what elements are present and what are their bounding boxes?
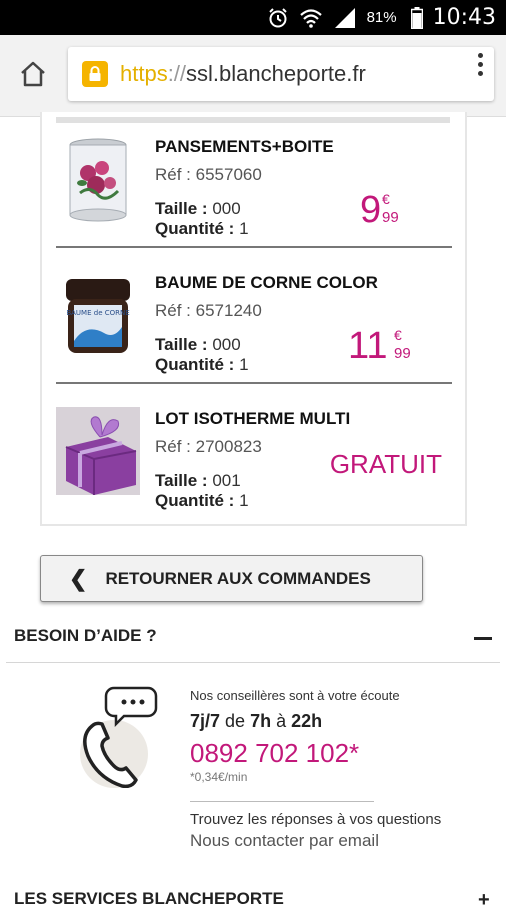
chevron-left-icon: ❮ xyxy=(69,565,88,591)
price-currency: € xyxy=(394,327,402,343)
product-image-jar: BAUME de CORNE xyxy=(66,279,130,353)
address-bar[interactable]: https://ssl.blancheporte.fr xyxy=(68,47,494,101)
product-price: 11 € 99 xyxy=(348,327,428,367)
order-item: LOT ISOTHERME MULTI Réf : 2700823 Taille… xyxy=(56,395,452,525)
help-separator xyxy=(190,801,374,802)
order-item: BAUME de CORNE BAUME DE CORNE COLOR Réf … xyxy=(56,259,452,389)
product-image-gift xyxy=(56,407,140,495)
help-call-cost: *0,34€/min xyxy=(190,770,248,784)
help-faq-link[interactable]: Trouvez les réponses à vos questions xyxy=(190,811,441,828)
price-integer: 9 xyxy=(360,189,382,231)
product-name: LOT ISOTHERME MULTI xyxy=(155,409,351,428)
help-intro-text: Nos conseillères sont à votre écoute xyxy=(190,688,400,703)
help-section-title[interactable]: BESOIN D’AIDE ? xyxy=(14,626,157,646)
price-currency: € xyxy=(382,191,390,207)
back-to-orders-label: RETOURNER AUX COMMANDES xyxy=(105,568,371,588)
help-divider xyxy=(6,662,500,663)
product-ref: Réf : 2700823 xyxy=(155,437,262,456)
product-price: 9 € 99 xyxy=(360,191,416,231)
signal-icon xyxy=(334,7,355,28)
product-name: BAUME DE CORNE COLOR xyxy=(155,273,378,292)
product-quantity: Quantité : 1 xyxy=(155,491,249,510)
product-size: Taille : 000 xyxy=(155,199,241,218)
services-section-title[interactable]: LES SERVICES BLANCHEPORTE xyxy=(14,889,284,909)
free-badge: GRATUIT xyxy=(329,449,442,479)
price-decimals: 99 xyxy=(394,345,411,362)
help-phone-number[interactable]: 0892 702 102* xyxy=(190,738,359,769)
alarm-icon xyxy=(268,7,287,27)
back-to-orders-button[interactable]: ❮ RETOURNER AUX COMMANDES xyxy=(40,555,423,602)
phone-chat-icon xyxy=(80,686,158,788)
status-bar: 81% 10:43 xyxy=(0,0,506,35)
product-quantity: Quantité : 1 xyxy=(155,355,249,374)
overflow-menu-icon[interactable] xyxy=(478,53,484,76)
collapse-icon[interactable] xyxy=(474,637,492,640)
item-divider xyxy=(56,246,452,248)
price-decimals: 99 xyxy=(382,209,399,226)
price-integer: 11 xyxy=(348,325,388,367)
battery-icon xyxy=(410,6,423,29)
product-image-tin xyxy=(69,138,127,222)
order-item: PANSEMENTS+BOITE Réf : 6557060 Taille : … xyxy=(56,123,452,253)
product-size: Taille : 001 xyxy=(155,471,241,490)
battery-percent: 81% xyxy=(366,9,397,26)
product-ref: Réf : 6557060 xyxy=(155,165,262,184)
status-icons: 81% xyxy=(267,6,423,29)
item-divider xyxy=(56,382,452,384)
clock: 10:43 xyxy=(432,5,496,30)
browser-toolbar: https://ssl.blancheporte.fr xyxy=(0,35,506,117)
url-text: https://ssl.blancheporte.fr xyxy=(120,61,366,86)
wifi-icon xyxy=(299,8,322,28)
contact-email-link[interactable]: Nous contacter par email xyxy=(190,831,379,851)
help-hours: 7j/7 de 7h à 22h xyxy=(190,711,323,731)
product-quantity: Quantité : 1 xyxy=(155,219,249,238)
product-name: PANSEMENTS+BOITE xyxy=(155,137,334,156)
home-icon[interactable] xyxy=(18,59,48,89)
jar-label-text: BAUME de CORNE xyxy=(66,309,129,317)
expand-icon[interactable]: + xyxy=(478,889,490,912)
lock-icon xyxy=(82,61,108,87)
product-size: Taille : 000 xyxy=(155,335,241,354)
product-ref: Réf : 6571240 xyxy=(155,301,262,320)
